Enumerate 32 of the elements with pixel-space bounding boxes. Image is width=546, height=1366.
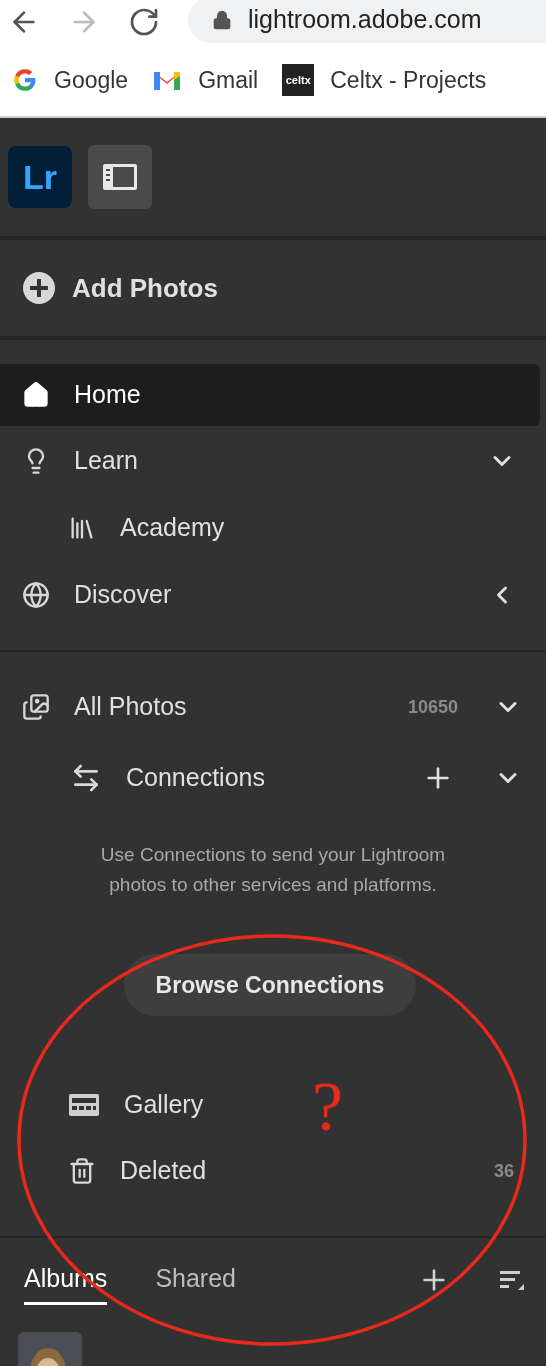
add-circle-icon[interactable] bbox=[22, 271, 56, 305]
sort-icon[interactable] bbox=[498, 1268, 526, 1292]
nav-item[interactable]: Discover bbox=[0, 564, 540, 626]
sidebar-panel-icon bbox=[102, 163, 138, 191]
add-photos-button[interactable]: Add Photos bbox=[72, 268, 218, 308]
all-photos-item[interactable]: All Photos 10650 bbox=[0, 672, 546, 742]
bookmark-link[interactable]: Google bbox=[54, 62, 129, 98]
google-icon bbox=[12, 67, 38, 93]
lock-icon bbox=[212, 10, 232, 30]
app-logo[interactable]: Lr bbox=[8, 146, 72, 208]
nav-item[interactable]: Home bbox=[0, 364, 540, 426]
nav-item[interactable]: Learn bbox=[0, 430, 540, 492]
gallery-icon bbox=[68, 1092, 100, 1118]
connections-item[interactable]: Connections bbox=[0, 742, 546, 814]
home-icon bbox=[22, 381, 50, 409]
globe-icon bbox=[22, 581, 50, 609]
bookmark-link[interactable]: Gmail bbox=[198, 62, 259, 98]
bookmark-link[interactable]: Celtx - Projects bbox=[330, 62, 487, 98]
item-count: 36 bbox=[493, 1159, 514, 1183]
sidebar-toggle-button[interactable] bbox=[88, 145, 152, 209]
photo-count: 10650 bbox=[407, 695, 458, 719]
photos-icon bbox=[22, 693, 50, 721]
trash-icon bbox=[68, 1157, 96, 1185]
connections-description: Use Connections to send your Lightroom photos to other services and platforms. bbox=[99, 843, 447, 897]
reload-icon[interactable] bbox=[128, 6, 160, 38]
url-text: lightroom.adobe.com bbox=[248, 4, 482, 36]
nav-item[interactable]: Academy bbox=[0, 492, 540, 564]
address-bar[interactable]: lightroom.adobe.com bbox=[188, 0, 546, 43]
library-item[interactable]: Gallery bbox=[0, 1072, 290, 1138]
celtx-icon: celtx bbox=[282, 64, 315, 96]
browse-connections-button[interactable]: Browse Connections bbox=[123, 954, 417, 1016]
tab[interactable]: Shared bbox=[155, 1255, 236, 1305]
